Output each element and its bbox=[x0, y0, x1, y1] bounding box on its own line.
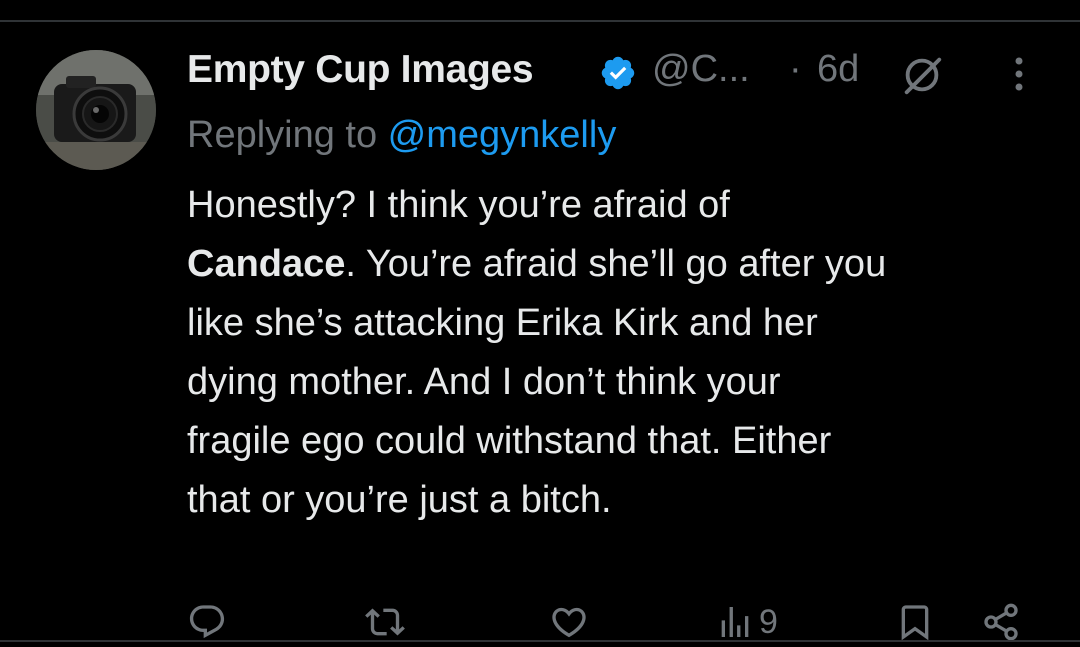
more-options-icon[interactable] bbox=[1004, 54, 1034, 94]
grok-icon[interactable] bbox=[899, 52, 945, 98]
replying-to: Replying to @megynkelly bbox=[187, 114, 616, 157]
tweet-header: Empty Cup Images @C... · 6d bbox=[187, 40, 1057, 100]
tweet-body-bold-name: Candace bbox=[187, 243, 346, 285]
author-handle[interactable]: @C... bbox=[652, 48, 750, 91]
replying-to-label: Replying to bbox=[187, 114, 388, 156]
tweet-body-line: fragile ego could withstand that. Either bbox=[187, 420, 832, 462]
bookmark-icon bbox=[901, 605, 929, 641]
camera-avatar-icon bbox=[36, 50, 156, 170]
tweet-body: Honestly? I think you’re afraid of Canda… bbox=[187, 176, 1057, 530]
like-icon bbox=[552, 607, 586, 638]
reply-icon bbox=[189, 605, 225, 639]
top-divider bbox=[0, 0, 1080, 22]
tweet-body-line: that or you’re just a bitch. bbox=[187, 479, 612, 521]
display-name[interactable]: Empty Cup Images bbox=[187, 48, 534, 92]
replying-to-handle-link[interactable]: @megynkelly bbox=[388, 114, 617, 156]
share-icon bbox=[984, 603, 1018, 641]
tweet-body-line-rest: . You’re afraid she’ll go after you bbox=[345, 243, 887, 285]
timestamp[interactable]: 6d bbox=[817, 48, 859, 91]
tweet-body-line: dying mother. And I don’t think your bbox=[187, 361, 781, 403]
views-count: 9 bbox=[759, 602, 778, 641]
retweet-icon bbox=[365, 608, 405, 636]
avatar[interactable] bbox=[36, 50, 156, 170]
separator-dot: · bbox=[789, 48, 802, 90]
views-icon bbox=[721, 607, 749, 637]
tweet-body-line: like she’s attacking Erika Kirk and her bbox=[187, 302, 818, 344]
tweet-body-line: Honestly? I think you’re afraid of bbox=[187, 184, 730, 226]
verified-badge-icon[interactable] bbox=[599, 54, 637, 92]
tweet-body-line: Candace. You’re afraid she’ll go after y… bbox=[187, 235, 1057, 294]
